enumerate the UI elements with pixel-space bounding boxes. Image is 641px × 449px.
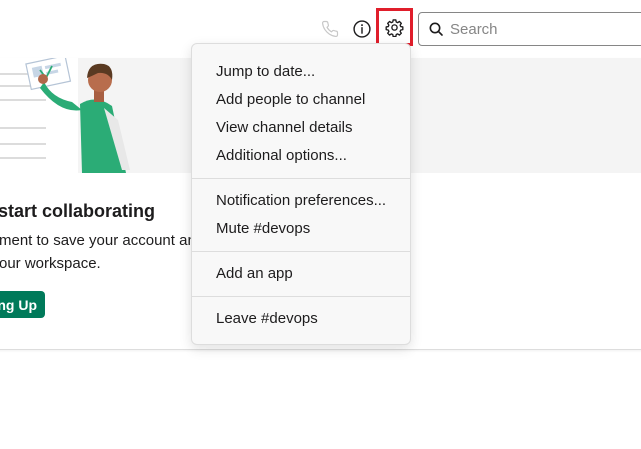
menu-item-view-channel-details[interactable]: View channel details <box>192 114 410 142</box>
menu-item-notification-preferences[interactable]: Notification preferences... <box>192 187 410 215</box>
menu-divider <box>192 178 410 179</box>
menu-item-add-app[interactable]: Add an app <box>192 260 410 288</box>
sign-up-button[interactable]: ng Up <box>0 291 45 318</box>
search-icon <box>428 21 444 37</box>
banner-body-line-2: our workspace. <box>0 255 101 272</box>
menu-group-apps: Add an app <box>192 260 410 288</box>
gear-icon <box>385 18 404 37</box>
collaboration-illustration <box>0 54 160 173</box>
channel-settings-button[interactable] <box>376 8 413 46</box>
menu-item-additional-options[interactable]: Additional options... <box>192 142 410 170</box>
menu-group-leave: Leave #devops <box>192 305 410 333</box>
menu-item-leave-channel[interactable]: Leave #devops <box>192 305 410 333</box>
menu-group-notifications: Notification preferences... Mute #devops <box>192 187 410 243</box>
menu-item-add-people[interactable]: Add people to channel <box>192 86 410 114</box>
menu-item-mute-channel[interactable]: Mute #devops <box>192 215 410 243</box>
menu-divider <box>192 251 410 252</box>
banner-body-line-1: ment to save your account an <box>0 232 196 249</box>
channel-settings-menu: Jump to date... Add people to channel Vi… <box>191 43 411 345</box>
menu-group-navigation: Jump to date... Add people to channel Vi… <box>192 58 410 170</box>
menu-divider <box>192 296 410 297</box>
banner-headline: start collaborating <box>0 201 156 221</box>
search-box[interactable] <box>418 12 641 46</box>
phone-icon[interactable] <box>318 17 342 41</box>
info-icon[interactable] <box>350 17 374 41</box>
menu-item-jump-to-date[interactable]: Jump to date... <box>192 58 410 86</box>
search-input[interactable] <box>450 13 641 45</box>
